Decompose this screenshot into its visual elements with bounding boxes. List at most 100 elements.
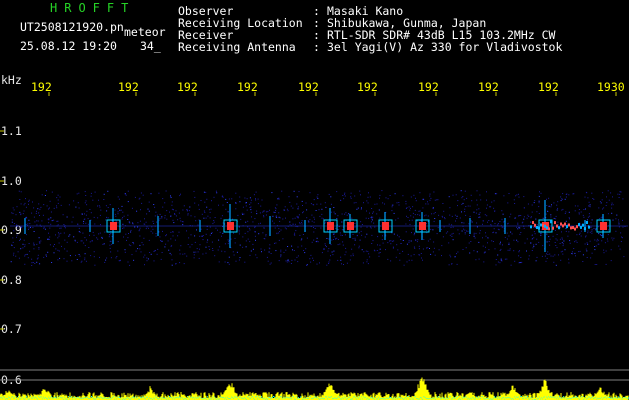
noise-pixel: [519, 250, 520, 252]
noise-pixel: [337, 244, 339, 246]
noise-pixel: [98, 199, 99, 201]
noise-pixel: [239, 201, 241, 203]
noise-pixel: [578, 234, 580, 235]
noise-pixel: [235, 260, 237, 262]
noise-pixel: [69, 234, 71, 236]
echo-trail: [554, 221, 556, 225]
noise-pixel: [612, 204, 614, 206]
noise-pixel: [620, 232, 622, 234]
noise-pixel: [434, 212, 436, 213]
noise-pixel: [78, 231, 80, 233]
noise-pixel: [501, 210, 503, 212]
noise-pixel: [441, 245, 443, 247]
noise-pixel: [574, 205, 576, 207]
noise-pixel: [169, 252, 171, 254]
noise-pixel: [547, 210, 549, 212]
noise-pixel: [422, 207, 424, 209]
noise-pixel: [482, 220, 484, 222]
noise-pixel: [382, 242, 384, 244]
noise-pixel: [263, 227, 265, 229]
noise-pixel: [365, 250, 367, 252]
noise-pixel: [28, 227, 30, 229]
noise-pixel: [61, 245, 62, 247]
noise-pixel: [219, 231, 221, 233]
noise-pixel: [257, 198, 259, 200]
noise-pixel: [316, 263, 318, 265]
noise-pixel: [499, 221, 501, 222]
noise-pixel: [210, 233, 212, 234]
noise-pixel: [321, 217, 323, 219]
noise-pixel: [80, 261, 82, 263]
noise-pixel: [194, 241, 196, 243]
noise-pixel: [389, 240, 390, 242]
noise-pixel: [56, 220, 58, 222]
noise-pixel: [202, 239, 204, 241]
noise-pixel: [366, 210, 367, 212]
noise-pixel: [132, 223, 134, 225]
noise-pixel: [233, 254, 235, 256]
baseline-pixel: [273, 396, 274, 397]
noise-pixel: [235, 202, 236, 204]
noise-pixel: [120, 209, 122, 211]
noise-pixel: [554, 254, 556, 256]
noise-pixel: [341, 235, 343, 236]
noise-pixel: [539, 191, 540, 193]
noise-pixel: [139, 244, 141, 246]
noise-pixel: [590, 222, 592, 224]
noise-pixel: [57, 199, 59, 201]
noise-pixel: [432, 208, 434, 210]
noise-pixel: [396, 202, 398, 204]
echo-trail: [586, 220, 588, 224]
noise-pixel: [333, 211, 335, 213]
echo-core: [419, 222, 426, 230]
noise-pixel: [530, 217, 532, 219]
noise-pixel: [402, 195, 404, 197]
noise-pixel: [390, 243, 392, 245]
noise-pixel: [507, 202, 509, 204]
noise-pixel: [295, 230, 297, 232]
noise-pixel: [252, 243, 254, 245]
noise-pixel: [194, 216, 196, 218]
noise-pixel: [596, 264, 598, 265]
noise-pixel: [379, 248, 381, 250]
noise-pixel: [547, 254, 549, 255]
noise-pixel: [354, 223, 356, 224]
noise-pixel: [448, 242, 450, 244]
noise-pixel: [178, 231, 180, 233]
noise-pixel: [13, 252, 15, 254]
noise-pixel: [555, 238, 557, 240]
noise-pixel: [261, 251, 262, 253]
noise-pixel: [305, 248, 307, 250]
noise-pixel: [497, 254, 499, 256]
noise-pixel: [341, 213, 343, 215]
noise-pixel: [198, 257, 200, 259]
noise-pixel: [249, 241, 251, 243]
noise-pixel: [454, 214, 456, 216]
noise-pixel: [473, 250, 475, 252]
noise-pixel: [82, 213, 83, 215]
noise-pixel: [381, 190, 383, 192]
noise-pixel: [50, 211, 52, 213]
noise-pixel: [538, 206, 540, 208]
noise-pixel: [333, 250, 335, 252]
noise-pixel: [224, 251, 226, 253]
noise-pixel: [234, 242, 236, 244]
noise-pixel: [43, 226, 45, 228]
noise-pixel: [47, 238, 49, 240]
noise-pixel: [556, 247, 558, 249]
noise-pixel: [444, 218, 446, 220]
noise-pixel: [243, 213, 245, 215]
noise-pixel: [508, 243, 510, 245]
noise-pixel: [171, 208, 173, 210]
noise-pixel: [444, 217, 445, 219]
noise-pixel: [357, 234, 358, 236]
noise-pixel: [607, 213, 609, 215]
noise-pixel: [553, 202, 555, 204]
noise-pixel: [49, 207, 50, 209]
noise-pixel: [550, 214, 552, 216]
noise-pixel: [218, 261, 220, 263]
noise-pixel: [475, 232, 477, 234]
noise-pixel: [557, 207, 559, 209]
noise-pixel: [58, 232, 59, 234]
noise-pixel: [371, 234, 373, 236]
